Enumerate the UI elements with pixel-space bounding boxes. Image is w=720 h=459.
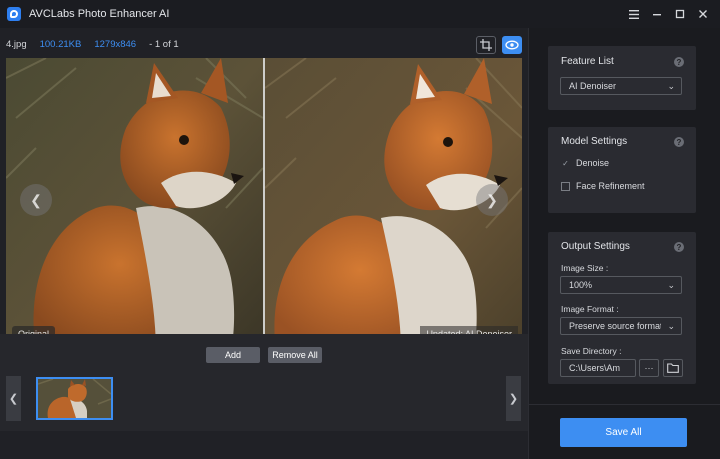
panel-divider (529, 404, 720, 405)
help-icon[interactable]: ? (674, 57, 684, 67)
crop-icon (480, 39, 492, 51)
file-size: 100.21KB (39, 39, 82, 50)
chevron-right-icon: ❯ (508, 393, 519, 405)
settings-panel: Feature List ? AI Denoiser ⌄ Model Setti… (528, 28, 720, 459)
output-settings-title: Output Settings (561, 241, 630, 252)
chevron-left-icon: ❮ (30, 191, 42, 208)
feature-list-card: Feature List ? AI Denoiser ⌄ (548, 46, 696, 110)
remove-all-button[interactable]: Remove All (268, 347, 322, 363)
image-format-value: Preserve source format (569, 321, 661, 331)
window-controls (622, 0, 714, 28)
feature-list-title: Feature List (561, 56, 614, 67)
thumbnail-fox-image (38, 379, 111, 418)
app-title: AVCLabs Photo Enhancer AI (29, 8, 170, 20)
close-icon[interactable] (692, 3, 714, 25)
file-dimensions: 1279x846 (94, 39, 137, 50)
thumbnail-scroll-right-button[interactable]: ❯ (506, 376, 521, 421)
previous-image-button[interactable]: ❮ (20, 184, 52, 216)
chevron-left-icon: ❮ (8, 393, 19, 405)
file-info: 4.jpg 100.21KB 1279x846 - 1 of 1 (6, 39, 179, 50)
chevron-down-icon: ⌄ (667, 321, 675, 331)
folder-icon (667, 363, 679, 373)
output-settings-card: Output Settings ? Image Size : 100% ⌄ Im… (548, 232, 696, 384)
denoise-option[interactable]: ✓ Denoise (561, 158, 609, 168)
denoise-label: Denoise (576, 158, 610, 168)
open-folder-button[interactable] (663, 359, 683, 377)
help-icon[interactable]: ? (674, 242, 684, 252)
preview-toggle-button[interactable] (502, 36, 522, 54)
image-format-label: Image Format : (561, 304, 619, 314)
face-refinement-checkbox[interactable] (561, 181, 570, 191)
help-icon[interactable]: ? (674, 137, 684, 147)
next-image-button[interactable]: ❯ (476, 184, 508, 216)
image-format-select[interactable]: Preserve source format ⌄ (560, 317, 682, 335)
thumbnail-item[interactable] (36, 377, 113, 420)
chevron-down-icon: ⌄ (667, 81, 675, 91)
save-directory-label: Save Directory : (561, 346, 622, 356)
checkmark-icon[interactable]: ✓ (561, 159, 570, 168)
more-icon: ··· (644, 363, 654, 373)
thumbnail-scroll-left-button[interactable]: ❮ (6, 376, 21, 421)
face-refinement-option[interactable]: Face Refinement (561, 181, 645, 191)
page-counter: - 1 of 1 (149, 39, 179, 50)
feature-select-value: AI Denoiser (569, 81, 617, 91)
minimize-icon[interactable] (646, 3, 668, 25)
save-directory-value: C:\Users\Am (569, 363, 621, 373)
image-size-select[interactable]: 100% ⌄ (560, 276, 682, 294)
save-all-button[interactable]: Save All (560, 418, 687, 447)
image-size-value: 100% (569, 280, 593, 290)
model-settings-card: Model Settings ? ✓ Denoise Face Refineme… (548, 127, 696, 213)
chevron-right-icon: ❯ (486, 191, 498, 208)
image-size-label: Image Size : (561, 263, 609, 273)
preview-tools (476, 36, 522, 54)
compare-divider[interactable] (263, 58, 265, 352)
image-preview[interactable]: ❮ ❯ Original Updated: AI Denoiser (6, 58, 522, 352)
maximize-icon[interactable] (669, 3, 691, 25)
title-bar: AVCLabs Photo Enhancer AI (0, 0, 720, 28)
model-settings-title: Model Settings (561, 136, 628, 147)
face-refinement-label: Face Refinement (576, 181, 645, 191)
add-button[interactable]: Add (206, 347, 260, 363)
feature-select[interactable]: AI Denoiser ⌄ (560, 77, 682, 95)
app-logo-icon (7, 7, 21, 21)
menu-icon[interactable] (623, 3, 645, 25)
more-options-button[interactable]: ··· (639, 359, 659, 377)
file-name: 4.jpg (6, 39, 27, 50)
crop-tool-button[interactable] (476, 36, 496, 54)
chevron-down-icon: ⌄ (667, 280, 675, 290)
save-directory-input[interactable]: C:\Users\Am (560, 359, 636, 377)
eye-icon (505, 40, 519, 50)
